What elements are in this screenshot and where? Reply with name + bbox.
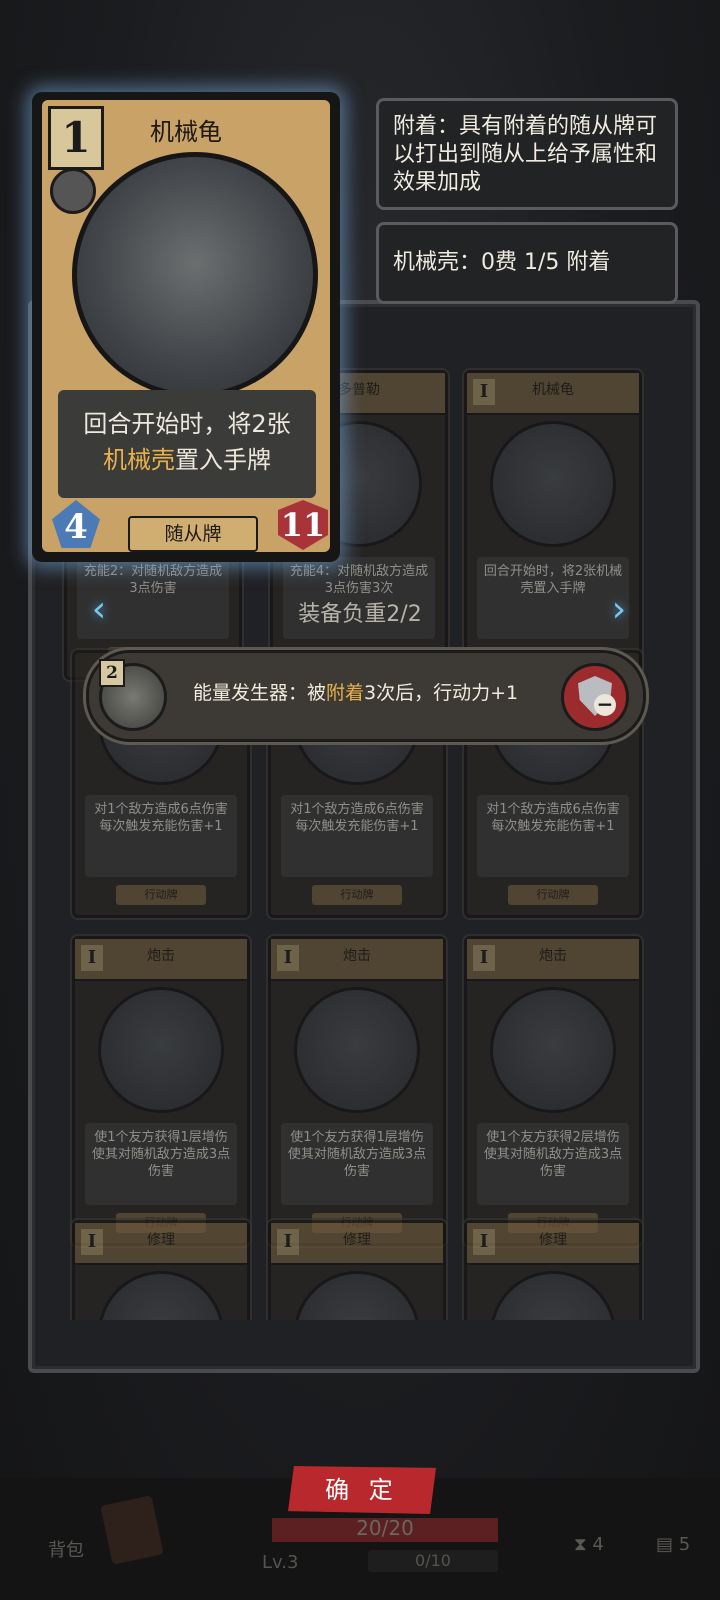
card-header: I 炮击 <box>467 939 639 981</box>
featured-card[interactable]: 1 机械龟 回合开始时，将2张 机械壳置入手牌 随从牌 4 11 <box>32 92 340 562</box>
card-art <box>490 987 616 1113</box>
card-header: I 修理 <box>271 1223 443 1265</box>
unequip-button[interactable]: − <box>561 663 629 731</box>
equipment-level: 2 <box>99 659 125 687</box>
card-name: 炮击 <box>147 948 175 964</box>
card-type: 行动牌 <box>508 885 598 905</box>
bag-button[interactable]: 背包 <box>26 1530 106 1572</box>
grid-card[interactable]: I炮击 使1个友方获得2层增伤使其对随机敌方造成3点伤害 行动牌 <box>464 936 642 1246</box>
tooltip-keyword: 机械壳 <box>393 250 460 275</box>
card-type: 随从牌 <box>128 516 258 552</box>
card-header: I 炮击 <box>271 939 443 981</box>
equipment-text: 能量发生器：被附着3次后，行动力+1 <box>193 653 518 733</box>
card-text: 使1个友方获得1层增伤使其对随机敌方造成3点伤害 <box>281 1123 433 1205</box>
attach-tooltip: 附着：具有附着的随从牌可以打出到随从上给予属性和效果加成 <box>376 98 678 210</box>
card-text: 回合开始时，将2张 机械壳置入手牌 <box>58 390 316 498</box>
card-name: 修理 <box>539 1232 567 1248</box>
card-text: 对1个敌方造成6点伤害每次触发充能伤害+1 <box>281 795 433 877</box>
equipment-text-hl: 附着 <box>326 682 365 704</box>
card-text: 对1个敌方造成6点伤害每次触发充能伤害+1 <box>85 795 237 877</box>
card-attack: 4 <box>52 500 100 548</box>
card-art <box>294 987 420 1113</box>
card-name: 炮击 <box>343 948 371 964</box>
card-name: 修理 <box>343 1232 371 1248</box>
card-health: 11 <box>278 500 328 550</box>
grid-card[interactable]: I 修理 <box>268 1220 446 1320</box>
card-name: 修理 <box>147 1232 175 1248</box>
equipment-text-pre: 能量发生器：被 <box>193 682 327 704</box>
card-text-post: 置入手牌 <box>175 446 271 474</box>
prev-arrow-icon[interactable]: ‹ <box>84 590 114 630</box>
card-name: 机械龟 <box>532 382 574 398</box>
tooltip-text: ：0费 1/5 附着 <box>459 250 611 275</box>
card-header: I 机械龟 <box>467 373 639 415</box>
grid-card[interactable]: I炮击 使1个友方获得1层增伤使其对随机敌方造成3点伤害 行动牌 <box>268 936 446 1246</box>
equipment-text-post: 3次后，行动力+1 <box>364 682 519 704</box>
card-text: 使1个友方获得2层增伤使其对随机敌方造成3点伤害 <box>477 1123 629 1205</box>
card-art <box>98 1271 224 1320</box>
exp-bar: 0/10 <box>368 1550 498 1572</box>
card-art <box>490 421 616 547</box>
card-text: 使1个友方获得1层增伤使其对随机敌方造成3点伤害 <box>85 1123 237 1205</box>
card-set-icon <box>50 168 96 214</box>
hp-text: 20/20 <box>356 1516 414 1540</box>
card-face: 1 机械龟 回合开始时，将2张 机械壳置入手牌 随从牌 4 11 <box>42 100 330 552</box>
deck-count: 5 <box>678 1534 691 1555</box>
card-art <box>294 1271 420 1320</box>
energy-count: 4 <box>592 1534 604 1555</box>
deck-icon: ▤ 5 <box>656 1534 691 1555</box>
next-arrow-icon[interactable]: › <box>604 590 634 630</box>
hourglass-icon: ⧗ 4 <box>574 1534 604 1555</box>
card-type: 行动牌 <box>116 885 206 905</box>
equipment-load: 装备负重2/2 <box>298 602 422 627</box>
equipment-banner[interactable]: 2 能量发生器：被附着3次后，行动力+1 − <box>86 650 646 742</box>
card-header: I 炮击 <box>75 939 247 981</box>
card-text-pre: 回合开始时，将2张 <box>83 410 291 438</box>
card-text: 对1个敌方造成6点伤害每次触发充能伤害+1 <box>477 795 629 877</box>
card-type: 行动牌 <box>312 885 402 905</box>
shell-tooltip: 机械壳：0费 1/5 附着 <box>376 222 678 304</box>
grid-card[interactable]: I 修理 <box>464 1220 642 1320</box>
card-name: 炮击 <box>539 948 567 964</box>
player-level: Lv.3 <box>262 1552 299 1573</box>
tooltip-keyword: 附着 <box>393 114 438 139</box>
card-text-hl: 机械壳 <box>103 446 175 474</box>
card-art <box>72 152 318 398</box>
grid-card[interactable]: I 修理 <box>72 1220 250 1320</box>
confirm-button[interactable]: 确 定 <box>288 1466 436 1514</box>
card-art <box>490 1271 616 1320</box>
card-name: 机械龟 <box>150 118 222 146</box>
card-header: I 修理 <box>467 1223 639 1265</box>
grid-card[interactable]: I炮击 使1个友方获得1层增伤使其对随机敌方造成3点伤害 行动牌 <box>72 936 250 1246</box>
card-header: I 修理 <box>75 1223 247 1265</box>
minus-icon: − <box>594 694 616 716</box>
grid-card[interactable]: I机械龟 回合开始时，将2张机械壳置入手牌 随从牌 <box>464 370 642 680</box>
card-art <box>98 987 224 1113</box>
